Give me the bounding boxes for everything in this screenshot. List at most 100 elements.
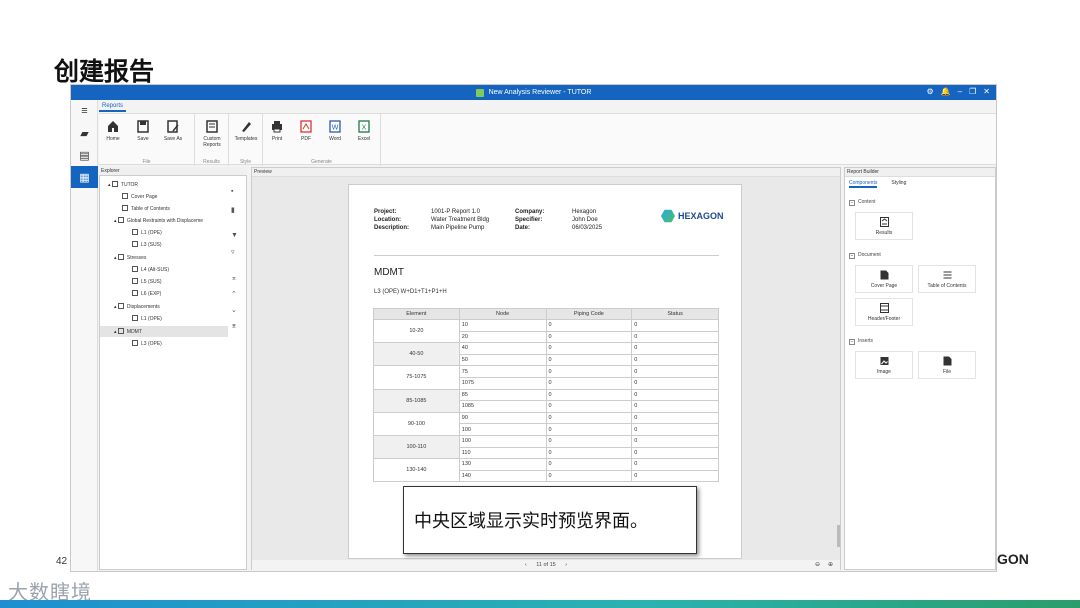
section-inserts[interactable]: − Inserts	[849, 338, 873, 345]
move-top-icon[interactable]: ⌅	[231, 274, 237, 282]
tab-reports[interactable]: Reports	[99, 102, 127, 112]
tab-styling[interactable]: Styling	[891, 180, 906, 188]
restore-icon[interactable]: ❐	[969, 87, 976, 96]
element-cell: 100-110	[373, 434, 460, 460]
custom-reports-button[interactable]: Custom Reports	[198, 120, 226, 148]
excel-icon: X	[358, 120, 370, 133]
piping-code-cell: 0	[545, 319, 633, 332]
results-icon[interactable]: ▤	[71, 144, 98, 166]
status-cell: 0	[631, 376, 719, 390]
tree-item[interactable]: L3 (OPE)	[132, 340, 162, 347]
folder-icon[interactable]: ▰	[71, 122, 98, 144]
settings-icon[interactable]: ⚙	[927, 87, 934, 96]
move-bottom-icon[interactable]: ⌆	[231, 322, 237, 330]
status-cell: 0	[631, 469, 719, 483]
add-icon[interactable]: ▪	[231, 188, 233, 195]
tree-item[interactable]: L4 (Alt-SUS)	[132, 266, 169, 273]
tree-item[interactable]: L1 (OPE)	[132, 315, 162, 322]
next-page-icon[interactable]: ›	[565, 562, 567, 568]
filter-clear-icon[interactable]: ▿	[231, 248, 235, 256]
tree-item[interactable]: Cover Page	[122, 193, 157, 200]
piping-code-cell: 0	[545, 376, 633, 390]
zoom-out-icon[interactable]: ⊖	[815, 560, 820, 570]
component-header-footer[interactable]: Header/Footer	[855, 298, 913, 326]
templates-button[interactable]: Templates	[232, 120, 260, 142]
home-button[interactable]: Home	[99, 120, 127, 142]
piping-code-cell: 0	[545, 330, 633, 344]
zoom-in-icon[interactable]: ⊕	[828, 560, 833, 570]
tree-item[interactable]: ▴ Displacements	[114, 303, 160, 310]
page-icon	[122, 193, 128, 199]
save-button[interactable]: Save	[129, 120, 157, 142]
status-cell: 0	[631, 342, 719, 355]
table-row: 100-110 100 0 0	[373, 434, 719, 460]
save-as-icon	[167, 120, 179, 133]
app-icon	[475, 88, 484, 97]
pdf-icon	[300, 120, 312, 133]
move-up-icon[interactable]: ⌃	[231, 290, 237, 298]
print-button[interactable]: Print	[263, 120, 291, 142]
menu-icon[interactable]: ≡	[71, 100, 98, 122]
element-cell: 75-1075	[373, 365, 460, 390]
close-icon[interactable]: ✕	[983, 87, 990, 96]
tree-item[interactable]: Table of Contents	[122, 205, 170, 212]
reports-icon[interactable]: ▦	[71, 166, 98, 188]
node-cell: 50	[458, 353, 547, 367]
node-cell: 140	[458, 469, 547, 483]
page-indicator: 11 of 15	[536, 562, 556, 568]
status-cell: 0	[631, 365, 719, 378]
case-icon	[132, 290, 138, 296]
move-down-icon[interactable]: ⌄	[231, 306, 237, 314]
node-cell: 100	[458, 423, 547, 436]
page-icon	[880, 270, 888, 280]
results-icon	[879, 217, 889, 227]
load-case-line: L3 (OPE) W+D1+T1+P1+H	[374, 289, 447, 295]
tree-item[interactable]: L1 (OPE)	[132, 229, 162, 236]
tree-item[interactable]: L6 (EXP)	[132, 290, 161, 297]
component-image[interactable]: Image	[855, 351, 913, 379]
component-cover-page[interactable]: Cover Page	[855, 265, 913, 293]
tree-item[interactable]: ▴ TUTOR	[108, 181, 138, 188]
ribbon-group-label: Results	[203, 159, 220, 165]
tree-item[interactable]: ▴ Global Restraints with Displaceme	[114, 217, 203, 224]
status-cell: 0	[631, 458, 719, 471]
save-as-button[interactable]: Save As	[159, 120, 187, 142]
ribbon-group-label: Generate	[311, 159, 332, 165]
node-cell: 1075	[458, 376, 547, 390]
custom-reports-icon	[206, 120, 218, 133]
preview-scrollbar[interactable]	[837, 525, 840, 547]
component-results[interactable]: Results	[855, 212, 913, 240]
case-icon	[132, 266, 138, 272]
table-row: 85-1085 85 0 0	[373, 388, 719, 413]
tree-item[interactable]: L5 (SUS)	[132, 278, 162, 285]
window-title: New Analysis Reviewer - TUTOR	[488, 89, 592, 96]
component-file[interactable]: File	[918, 351, 976, 379]
element-cell: 85-1085	[373, 388, 460, 413]
section-document[interactable]: − Document	[849, 252, 881, 259]
svg-text:W: W	[332, 125, 339, 132]
piping-code-cell: 0	[545, 458, 633, 471]
image-icon	[880, 357, 888, 365]
tab-components[interactable]: Components	[849, 180, 878, 188]
tree-item[interactable]: L3 (SUS)	[132, 241, 162, 248]
window-controls: ⚙ 🔔 – ❐ ✕	[927, 87, 990, 96]
filter-icon[interactable]: ▼	[231, 232, 238, 239]
pdf-button[interactable]: PDF	[292, 120, 320, 142]
bell-icon[interactable]: 🔔	[941, 87, 951, 96]
prev-page-icon[interactable]: ‹	[525, 562, 527, 568]
word-button[interactable]: W Word	[321, 120, 349, 142]
excel-button[interactable]: X Excel	[350, 120, 378, 142]
section-content[interactable]: − Content	[849, 199, 876, 206]
minimize-icon[interactable]: –	[958, 87, 962, 96]
case-icon	[132, 229, 138, 235]
node-cell: 90	[458, 411, 547, 425]
hexagon-logo: HEXAGON	[661, 209, 724, 223]
tree-item[interactable]: ▴ Stresses	[114, 254, 146, 261]
tree-item[interactable]: ▴ MDMT	[114, 328, 142, 335]
hexagon-logo-icon	[661, 209, 675, 223]
delete-icon[interactable]: ▮	[231, 206, 235, 214]
node-cell: 130	[458, 458, 547, 471]
node-cell: 10	[458, 319, 547, 332]
component-table-of-contents[interactable]: Table of Contents	[918, 265, 976, 293]
results-table: Element Node Piping Code Status 10-20 10 0…	[373, 308, 719, 483]
